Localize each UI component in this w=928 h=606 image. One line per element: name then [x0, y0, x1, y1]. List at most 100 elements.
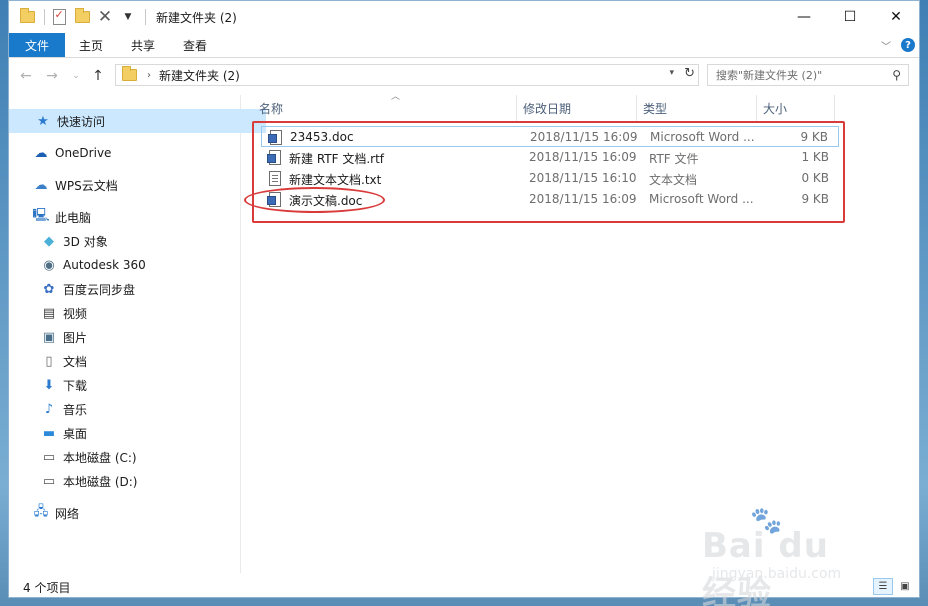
sidebar-item-3d-objects[interactable]: ◆ 3D 对象: [9, 229, 272, 253]
breadcrumb-chevron-icon[interactable]: ›: [147, 70, 151, 81]
recent-locations-button[interactable]: ⌄: [65, 65, 87, 87]
sidebar-item-label: 桌面: [63, 426, 88, 441]
word-doc-icon: [268, 130, 282, 145]
sidebar-item-desktop[interactable]: ▬ 桌面: [9, 421, 272, 445]
drive-icon: ▭: [42, 473, 56, 489]
text-file-icon: [269, 171, 281, 186]
status-bar: 4 个项目 ☰ ▣: [9, 577, 919, 597]
column-header-date[interactable]: 修改日期: [517, 95, 637, 121]
refresh-icon[interactable]: ↻: [684, 66, 695, 81]
maximize-button[interactable]: ☐: [827, 1, 873, 33]
rtf-doc-icon: [267, 150, 281, 165]
address-field[interactable]: › 新建文件夹 (2) ▾ ↻: [115, 64, 699, 86]
file-date: 2018/11/15 16:09: [529, 192, 637, 206]
video-icon: ▤: [42, 305, 56, 321]
delete-icon: ✕: [97, 6, 113, 27]
close-button[interactable]: ✕: [873, 1, 919, 33]
minimize-icon: —: [797, 9, 811, 25]
sidebar-item-label: 文档: [63, 354, 88, 369]
help-icon[interactable]: ?: [901, 38, 915, 52]
music-icon: ♪: [44, 401, 54, 417]
details-view-icon: ☰: [878, 581, 888, 592]
arrow-left-icon: ←: [20, 68, 32, 84]
sidebar-item-label: 本地磁盘 (C:): [63, 450, 137, 465]
sidebar-item-music[interactable]: ♪ 音乐: [9, 397, 272, 421]
delete-button[interactable]: ✕: [95, 7, 115, 27]
large-icons-view-icon: ▣: [900, 581, 910, 592]
sidebar-item-label: 音乐: [63, 402, 88, 417]
file-type: RTF 文件: [649, 152, 699, 166]
sort-ascending-icon: ︿: [391, 92, 401, 102]
file-name: 新建 RTF 文档.rtf: [289, 152, 385, 166]
word-doc-icon: [267, 192, 281, 207]
forward-button[interactable]: →: [41, 65, 63, 87]
sidebar-item-label: 网络: [55, 506, 80, 521]
desktop-icon: ▬: [42, 425, 56, 441]
sidebar-item-autodesk-360[interactable]: ◉ Autodesk 360: [9, 253, 272, 277]
address-toolbar: ← → ⌄ ↑ › 新建文件夹 (2) ▾ ↻ ⚲: [9, 61, 919, 91]
sidebar-item-pictures[interactable]: ▣ 图片: [9, 325, 272, 349]
search-field[interactable]: ⚲: [707, 64, 909, 86]
sidebar-item-label: 此电脑: [55, 210, 92, 225]
file-type: 文本文档: [649, 173, 698, 187]
window-controls: — ☐ ✕: [781, 1, 919, 33]
column-label: 名称: [259, 101, 284, 116]
sidebar-item-drive-c[interactable]: ▭ 本地磁盘 (C:): [9, 445, 272, 469]
large-icons-view-button[interactable]: ▣: [895, 578, 915, 595]
search-icon[interactable]: ⚲: [892, 68, 901, 82]
title-bar: ✕ ▼ 新建文件夹 (2) — ☐ ✕: [9, 1, 919, 33]
column-header-size[interactable]: 大小: [757, 95, 835, 121]
breadcrumb[interactable]: 新建文件夹 (2): [159, 67, 240, 84]
file-row[interactable]: 演示文稿.doc 2018/11/15 16:09 Microsoft Word…: [261, 189, 839, 210]
chevron-down-icon: ▼: [124, 12, 132, 22]
arrow-right-icon: →: [46, 68, 58, 84]
file-size: 9 KB: [801, 192, 829, 206]
sidebar-item-network[interactable]: 🖧 网络: [9, 501, 264, 525]
sidebar-item-label: 快速访问: [57, 114, 106, 129]
sidebar-item-downloads[interactable]: ⬇ 下载: [9, 373, 272, 397]
tab-view[interactable]: 查看: [169, 33, 221, 57]
file-row[interactable]: 新建文本文档.txt 2018/11/15 16:10 文本文档 0 KB: [261, 168, 839, 189]
up-button[interactable]: ↑: [87, 65, 109, 87]
drive-icon: ▭: [42, 449, 56, 465]
search-input[interactable]: [714, 67, 886, 83]
file-row[interactable]: 23453.doc 2018/11/15 16:09 Microsoft Wor…: [261, 126, 839, 147]
sidebar-item-this-pc[interactable]: 🖳 此电脑: [9, 205, 264, 229]
sidebar-item-label: 百度云同步盘: [63, 282, 136, 297]
file-size: 9 KB: [800, 130, 828, 144]
column-header-type[interactable]: 类型: [637, 95, 757, 121]
new-folder-button[interactable]: [72, 7, 92, 27]
expand-ribbon-icon[interactable]: ﹀: [881, 38, 891, 53]
sidebar-item-label: 3D 对象: [63, 234, 108, 249]
sidebar-item-documents[interactable]: ▯ 文档: [9, 349, 272, 373]
tab-file[interactable]: 文件: [9, 33, 65, 57]
properties-icon: [52, 8, 66, 25]
sidebar-item-wps-cloud[interactable]: ☁ WPS云文档: [9, 173, 264, 197]
file-date: 2018/11/15 16:09: [529, 150, 637, 164]
navigation-pane: ★ 快速访问 ☁ OneDrive ☁ WPS云文档 🖳 此电脑 ◆ 3D 对象…: [9, 95, 266, 573]
tab-share[interactable]: 共享: [117, 33, 169, 57]
properties-button[interactable]: [49, 7, 69, 27]
monitor-icon: 🖳: [32, 208, 50, 223]
explorer-window: ✕ ▼ 新建文件夹 (2) — ☐ ✕ 文件 主页 共享 查看 ﹀ ? ← → …: [8, 0, 920, 598]
file-type: Microsoft Word ...: [650, 130, 755, 144]
sidebar-item-label: 下载: [63, 378, 88, 393]
toolbar-divider: [145, 9, 146, 25]
autodesk-icon: ◉: [43, 257, 55, 273]
picture-icon: ▣: [42, 329, 56, 345]
column-header-name[interactable]: ︿ 名称: [253, 92, 517, 121]
tab-home[interactable]: 主页: [65, 33, 117, 57]
customize-toolbar-button[interactable]: ▼: [118, 7, 138, 27]
sidebar-item-onedrive[interactable]: ☁ OneDrive: [9, 141, 264, 165]
file-row[interactable]: 新建 RTF 文档.rtf 2018/11/15 16:09 RTF 文件 1 …: [261, 147, 839, 168]
sidebar-item-baidu-sync[interactable]: ✿ 百度云同步盘: [9, 277, 272, 301]
details-view-button[interactable]: ☰: [873, 578, 893, 595]
back-button[interactable]: ←: [15, 65, 37, 87]
address-dropdown-icon[interactable]: ▾: [669, 68, 674, 78]
file-list: ︿ 名称 修改日期 类型 大小 23453.doc 2018/11/15 16:…: [249, 92, 919, 573]
sidebar-item-quick-access[interactable]: ★ 快速访问: [9, 109, 266, 133]
minimize-button[interactable]: —: [781, 1, 827, 33]
file-date: 2018/11/15 16:09: [530, 130, 638, 144]
sidebar-item-videos[interactable]: ▤ 视频: [9, 301, 272, 325]
sidebar-item-drive-d[interactable]: ▭ 本地磁盘 (D:): [9, 469, 272, 493]
